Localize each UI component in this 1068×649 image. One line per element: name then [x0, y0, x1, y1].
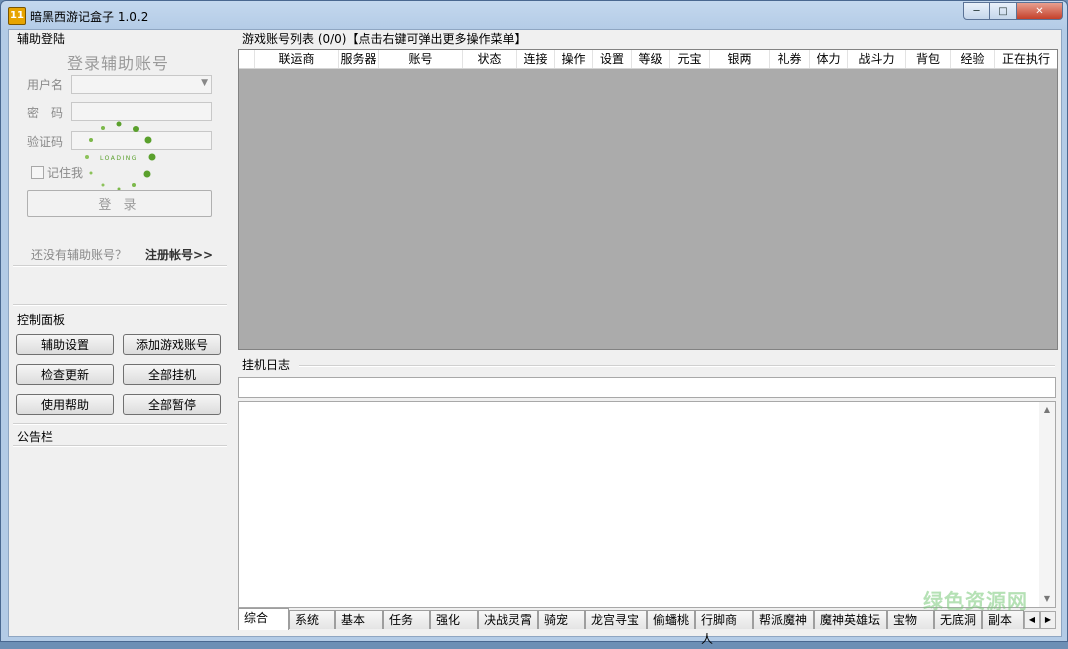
tab-hero-altar[interactable]: 魔神英雄坛: [814, 610, 887, 629]
column-header[interactable]: 操作: [555, 50, 593, 68]
tab-system[interactable]: 系统: [289, 610, 335, 629]
tab-dragon-palace[interactable]: 龙宫寻宝: [585, 610, 647, 629]
chevron-right-icon[interactable]: ▶: [1040, 611, 1056, 629]
title-bar[interactable]: 11 暗黑西游记盒子 1.0.2 ─ □ ✕: [1, 1, 1067, 31]
column-header[interactable]: 账号: [379, 50, 463, 68]
tab-enhance[interactable]: 强化: [430, 610, 478, 629]
tab-guild-demon[interactable]: 帮派魔神: [753, 610, 814, 629]
loading-text: LOADING: [100, 155, 138, 162]
scroll-up-icon[interactable]: ▲: [1039, 402, 1055, 418]
column-header[interactable]: 体力: [810, 50, 848, 68]
spinner-dot: [101, 126, 105, 130]
maximize-icon: □: [998, 5, 1008, 17]
column-header[interactable]: 礼券: [770, 50, 810, 68]
register-link[interactable]: 注册帐号>>: [145, 246, 213, 263]
window-title: 暗黑西游记盒子 1.0.2: [30, 10, 149, 24]
spinner-dot: [89, 171, 93, 175]
divider: [13, 304, 227, 306]
column-header[interactable]: 正在执行: [995, 50, 1057, 68]
no-account-text: 还没有辅助账号？: [31, 248, 128, 262]
column-header[interactable]: 状态: [463, 50, 517, 68]
tab-overview[interactable]: 综合: [238, 608, 289, 630]
captcha-label: 验证码: [27, 135, 64, 149]
column-header[interactable]: 连接: [517, 50, 555, 68]
maximize-button[interactable]: □: [990, 2, 1017, 20]
close-icon: ✕: [1035, 5, 1044, 17]
control-section-label: 控制面板: [17, 313, 66, 327]
close-button[interactable]: ✕: [1017, 2, 1063, 20]
minimize-button[interactable]: ─: [963, 2, 990, 20]
spinner-dot: [132, 183, 136, 187]
notice-section-label: 公告栏: [17, 430, 54, 444]
tab-peach[interactable]: 偷蟠桃: [647, 610, 695, 629]
column-header[interactable]: 设置: [593, 50, 632, 68]
chevron-down-icon: ▼: [201, 78, 208, 88]
log-filter-input[interactable]: [238, 377, 1056, 398]
check-update-button[interactable]: 检查更新: [16, 364, 114, 385]
accounts-header: 游戏账号列表 (0/0)【点击右键可弹出更多操作菜单】: [242, 32, 527, 46]
scroll-down-icon[interactable]: ▼: [1039, 591, 1055, 607]
column-header[interactable]: 战斗力: [848, 50, 906, 68]
column-header[interactable]: 背包: [906, 50, 951, 68]
tab-mount[interactable]: 骑宠: [538, 610, 585, 629]
column-header-blank: [239, 50, 255, 68]
column-header[interactable]: 元宝: [670, 50, 710, 68]
column-header[interactable]: 联运商: [255, 50, 339, 68]
spinner-dot: [85, 155, 89, 159]
tab-scroll-buttons: ◀ ▶: [1024, 611, 1056, 629]
divider: [13, 445, 227, 447]
left-panel: 辅助登陆 登录辅助账号 用户名 ▼ 密 码 验证码 记住我 LOADING 登 …: [9, 30, 233, 636]
spinner-dot: [143, 170, 151, 178]
loading-spinner-icon: LOADING: [85, 121, 156, 191]
app-window: 11 暗黑西游记盒子 1.0.2 ─ □ ✕ 辅助登陆 登录辅助账号 用户名 ▼…: [0, 0, 1068, 646]
table-header: 联运商 服务器 账号 状态 连接 操作 设置 等级 元宝 银两 礼券 体力 战斗…: [239, 50, 1057, 69]
username-label: 用户名: [27, 78, 64, 92]
divider: [299, 365, 1055, 367]
assistant-settings-button[interactable]: 辅助设置: [16, 334, 114, 355]
login-section-label: 辅助登陆: [17, 32, 66, 46]
all-idle-button[interactable]: 全部挂机: [123, 364, 221, 385]
client-area: 辅助登陆 登录辅助账号 用户名 ▼ 密 码 验证码 记住我 LOADING 登 …: [8, 29, 1062, 646]
log-section-label: 挂机日志: [242, 358, 291, 372]
spinner-dot: [144, 136, 152, 144]
login-button[interactable]: 登 录: [27, 190, 212, 217]
password-label: 密 码: [27, 106, 64, 120]
spinner-dot: [116, 121, 122, 127]
tab-quest[interactable]: 任务: [383, 610, 430, 629]
column-header[interactable]: 经验: [951, 50, 995, 68]
remember-label: 记住我: [47, 166, 84, 180]
spinner-dot: [89, 138, 93, 142]
tab-basic[interactable]: 基本: [335, 610, 383, 629]
tab-battle[interactable]: 决战灵霄: [478, 610, 538, 629]
pause-all-button[interactable]: 全部暂停: [123, 394, 221, 415]
spinner-dot: [101, 183, 105, 187]
divider: [13, 423, 227, 425]
login-title: 登录辅助账号: [67, 54, 170, 73]
spinner-dot: [133, 126, 139, 132]
username-dropdown[interactable]: ▼: [71, 75, 212, 94]
accounts-table[interactable]: 联运商 服务器 账号 状态 连接 操作 设置 等级 元宝 银两 礼券 体力 战斗…: [238, 49, 1058, 350]
column-header[interactable]: 等级: [632, 50, 670, 68]
spinner-dot: [148, 153, 156, 161]
column-header[interactable]: 银两: [710, 50, 770, 68]
app-icon: 11: [8, 7, 26, 25]
remember-checkbox[interactable]: [31, 166, 44, 179]
minimize-icon: ─: [973, 5, 980, 17]
help-button[interactable]: 使用帮助: [16, 394, 114, 415]
log-text-area[interactable]: ▲ ▼: [238, 401, 1056, 608]
add-game-account-button[interactable]: 添加游戏账号: [123, 334, 221, 355]
watermark: 绿色资源网: [923, 589, 1028, 613]
column-header[interactable]: 服务器: [339, 50, 379, 68]
tab-merchant[interactable]: 行脚商人: [695, 610, 753, 646]
divider: [13, 265, 227, 267]
log-scrollbar[interactable]: ▲ ▼: [1039, 402, 1055, 607]
